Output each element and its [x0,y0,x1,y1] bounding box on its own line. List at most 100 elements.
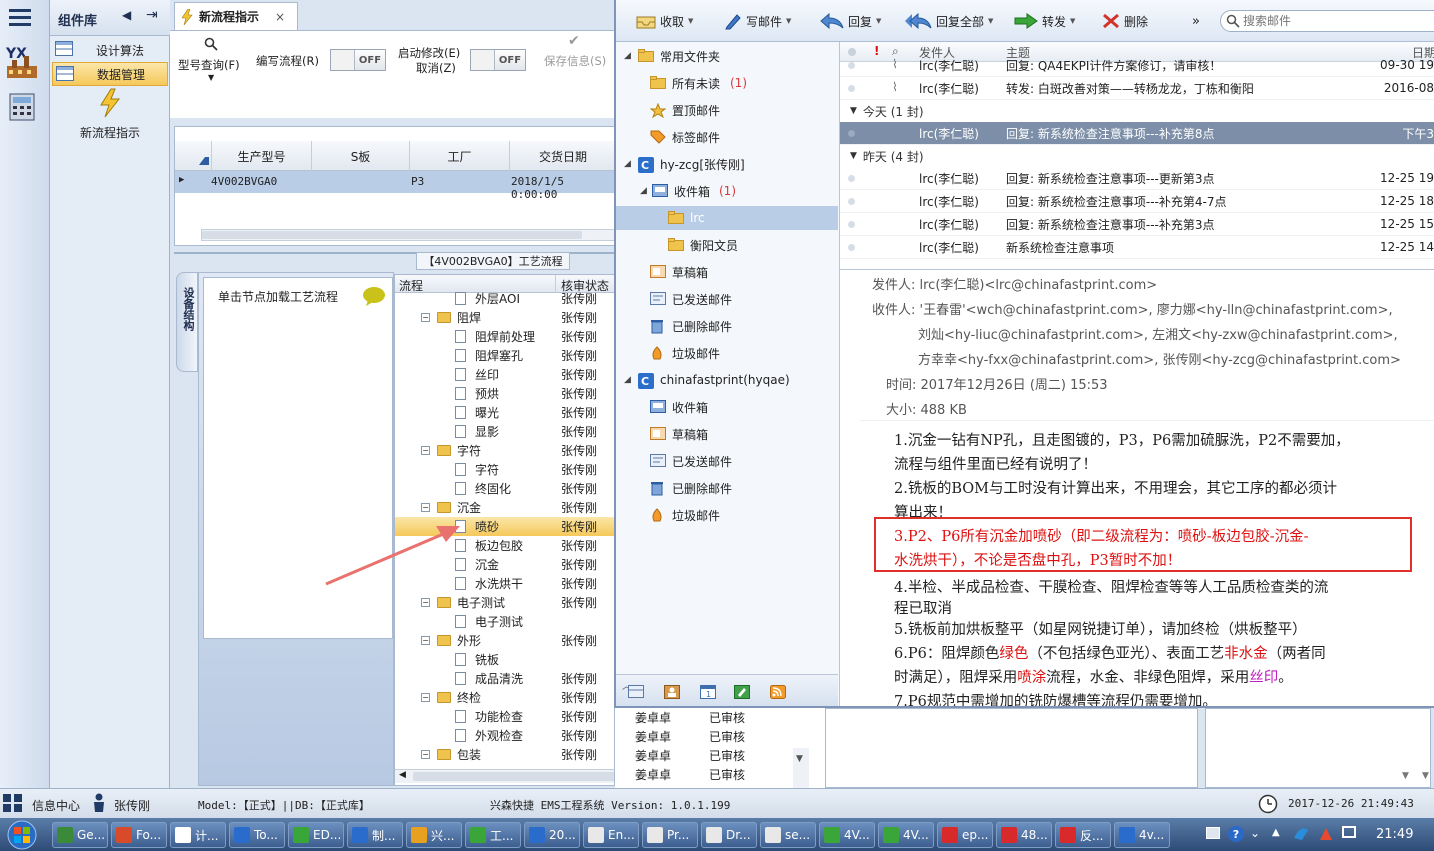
tree-node[interactable]: − 字符 张传刚 [395,441,614,460]
calendar-icon[interactable]: 1 [700,685,716,699]
col-header-factory[interactable]: 工厂 [409,141,509,171]
read-status-icon[interactable] [848,198,855,205]
folder-item[interactable]: 衡阳文员 [616,233,838,257]
read-status-icon[interactable] [848,244,855,251]
folder-item[interactable]: 已删除邮件 [616,476,838,500]
table-row[interactable]: 姜卓卓 已审核 [633,765,793,784]
folder-item[interactable]: 草稿箱 [616,260,838,284]
reply-button[interactable]: 回复 ▼ [820,10,881,32]
delete-button[interactable]: 删除 [1102,10,1148,32]
scroll-down-icon[interactable]: ▼ [1422,771,1429,781]
rss-icon[interactable] [770,685,786,699]
tree-horizontal-scrollbar[interactable]: ◀ [395,769,614,783]
toggle-switch-1[interactable]: OFF [330,49,386,71]
tab-close-icon[interactable]: × [275,10,285,24]
new-flow-launcher[interactable]: 新流程指示 [50,88,170,140]
tree-node[interactable]: − 电子测试 张传刚 [395,593,614,612]
folder-item[interactable]: 已删除邮件 [616,314,838,338]
folder-item[interactable]: 所有未读 (1) [616,71,838,95]
tree-node[interactable]: 电子测试 [395,612,614,631]
grid-apps-icon[interactable] [2,793,24,813]
expand-toggle-icon[interactable]: ◢ [624,159,631,169]
tree-node[interactable]: 外观检查 张传刚 [395,726,614,745]
expand-toggle-icon[interactable]: ◢ [624,51,631,61]
scroll-left-icon[interactable]: ◀ [399,770,406,780]
write-flow-button[interactable]: 编写流程(R) [256,53,319,69]
tree-node[interactable]: − 包装 张传刚 [395,745,614,764]
notes-icon[interactable] [734,685,750,699]
folder-item[interactable]: ◢ Chy-zcg[张传刚] [616,152,838,176]
cancel-button[interactable]: 取消(Z) [416,60,456,76]
app-tray-icon[interactable] [1292,826,1310,842]
table-row[interactable]: ▶ 4V002BVGA0 P3 2018/1/5 0:00:00 [175,171,616,201]
read-status-icon[interactable] [848,175,855,182]
preview-to-line3[interactable]: 方幸幸<hy-fxx@chinafastprint.com>, 张传刚<hy-z… [918,349,1401,368]
taskbar-item[interactable]: 制... [347,822,403,848]
network-icon[interactable] [1342,826,1356,838]
start-button[interactable] [2,819,42,850]
save-info-button[interactable]: 保存信息(S) [544,53,606,69]
expand-toggle-icon[interactable]: ◢ [640,186,647,196]
date-group-header[interactable]: ▼ 昨天 (4 封) [840,145,1434,167]
equipment-structure-tab[interactable]: 设备结构 [176,272,198,372]
col-header-s-board[interactable]: S板 [311,141,409,171]
model-query-button[interactable]: 型号查询(F) ▼ [176,35,250,85]
taskbar-item[interactable]: 4V... [819,822,875,848]
tree-node[interactable]: − 终检 张传刚 [395,688,614,707]
tree-node[interactable]: 阻焊塞孔 张传刚 [395,346,614,365]
mail-search-input[interactable] [1220,10,1434,32]
reply-all-button[interactable]: 回复全部 ▼ [904,10,993,32]
col-header-model[interactable]: 生产型号 [211,141,311,171]
collapse-toggle-icon[interactable]: − [421,598,430,607]
compose-button[interactable]: 写邮件 ▼ [724,10,791,32]
tree-node[interactable]: 显影 张传刚 [395,422,614,441]
mail-view-icon[interactable] [628,685,644,699]
tree-node[interactable]: 字符 张传刚 [395,460,614,479]
tree-node[interactable]: − 阻焊 张传刚 [395,308,614,327]
message-row[interactable]: lrc(李仁聪) 回复: 新系统检查注意事项---补充第4-7点 12-25 18 [840,190,1434,213]
taskbar-item[interactable]: 工... [465,822,521,848]
preview-from[interactable]: 发件人: lrc(李仁聪)<lrc@chinafastprint.com> [872,274,1157,293]
taskbar-item[interactable]: En... [583,822,639,848]
folder-item[interactable]: ◢ 常用文件夹 [616,44,838,68]
vertical-scrollbar[interactable]: ▼ [793,748,809,788]
scroll-down-icon[interactable]: ▼ [1402,771,1409,781]
taskbar-clock[interactable]: 21:49 [1376,827,1413,842]
collapse-toggle-icon[interactable]: − [421,446,430,455]
folder-item[interactable]: 已发送邮件 [616,287,838,311]
message-row[interactable]: lrc(李仁聪) 回复: 新系统检查注意事项---补充第8点 下午3 [840,122,1434,145]
taskbar-item[interactable]: Fo... [111,822,167,848]
receive-button[interactable]: 收取 ▼ [636,10,693,32]
collapse-toggle-icon[interactable]: − [421,693,430,702]
toggle-tray-icon[interactable]: ⌄ [1250,826,1260,840]
table-row[interactable]: 姜卓卓 已审核 [633,708,793,727]
keyboard-icon[interactable] [1206,827,1220,839]
collapse-toggle-icon[interactable]: − [421,636,430,645]
message-row[interactable]: ⌇ lrc(李仁聪) 转发: 白斑改善对策——转杨龙龙，丁栋和衡阳 2016-08 [840,77,1434,100]
taskbar-item[interactable]: 4V... [878,822,934,848]
read-status-icon[interactable] [848,85,855,92]
tree-node[interactable]: 成品清洗 张传刚 [395,669,614,688]
taskbar-item[interactable]: ED... [288,822,344,848]
taskbar-item[interactable]: 计... [170,822,226,848]
info-center-link[interactable]: 信息中心 [32,797,80,814]
folder-item[interactable]: 垃圾邮件 [616,341,838,365]
process-title-tab[interactable]: 【4V002BVGA0】工艺流程 [416,252,570,270]
taskbar-item[interactable]: 48... [996,822,1052,848]
tree-node[interactable]: 曝光 张传刚 [395,403,614,422]
complib-item-data-management[interactable]: 数据管理 [52,62,168,86]
tree-node[interactable]: − 沉金 张传刚 [395,498,614,517]
folder-item[interactable]: 草稿箱 [616,422,838,446]
tree-node[interactable]: − 外形 张传刚 [395,631,614,650]
expand-toggle-icon[interactable]: ◢ [624,375,631,385]
folder-item[interactable]: ◢ 收件箱 (1) [616,179,838,203]
taskbar-item[interactable]: Pr... [642,822,698,848]
taskbar-item[interactable]: se... [760,822,816,848]
search-field[interactable] [1243,13,1433,29]
taskbar-item[interactable]: 20... [524,822,580,848]
yx-logo-icon[interactable]: YX [4,46,40,80]
tree-node[interactable]: 功能检查 张传刚 [395,707,614,726]
collapse-toggle-icon[interactable]: ▼ [850,151,857,161]
taskbar-item[interactable]: 兴... [406,822,462,848]
col-header-delivery-date[interactable]: 交货日期 [509,141,616,171]
